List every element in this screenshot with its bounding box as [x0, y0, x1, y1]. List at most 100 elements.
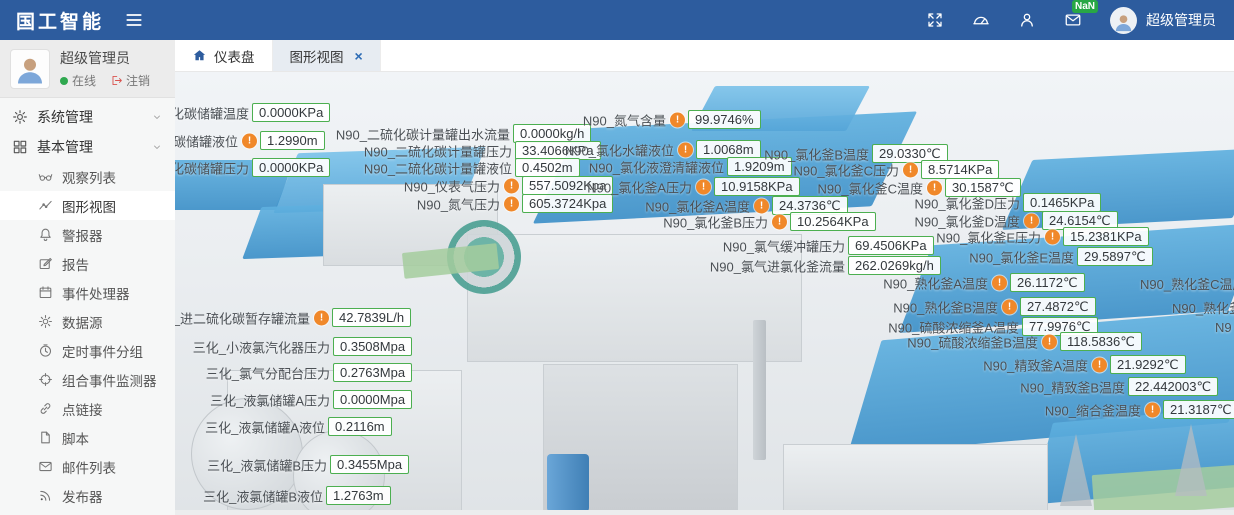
- tag-value[interactable]: 605.3724Kpa: [522, 194, 613, 213]
- data-point-tag: 三化_液氯储罐A液位0.2116m: [328, 417, 392, 436]
- chevron-down-icon: [151, 111, 163, 123]
- sidebar-item-label: 警报器: [62, 225, 103, 245]
- sidebar-item-watch-list[interactable]: 观察列表: [0, 162, 175, 191]
- app-brand: 国工智能: [16, 7, 104, 34]
- data-point-tag: 三化_液氯储罐B液位1.2763m: [326, 486, 391, 505]
- warning-icon: !: [504, 196, 519, 211]
- data-point-tag: 三化_液氯储罐A压力0.0000Mpa: [333, 390, 412, 409]
- sidebar-item-basic-management[interactable]: 基本管理: [0, 132, 175, 162]
- tag-value[interactable]: 0.0000Mpa: [333, 390, 412, 409]
- chevron-down-icon: [151, 141, 163, 153]
- sidebar-item-label: 定时事件分组: [62, 341, 143, 361]
- tab-graph-view[interactable]: 图形视图 ×: [273, 40, 381, 71]
- tag-label: N90_熟化釜A温度: [883, 273, 988, 292]
- close-icon[interactable]: ×: [355, 49, 363, 63]
- rss-icon: [38, 488, 53, 503]
- tag-label: N90_熟化釜B温度: [893, 297, 998, 316]
- tag-label: N90_氮气压力: [417, 194, 500, 213]
- logout-button[interactable]: 注销: [110, 72, 150, 89]
- tag-value[interactable]: 29.5897℃: [1077, 247, 1153, 266]
- tag-label: N90_氯气缓冲罐压力: [723, 236, 845, 255]
- tag-label: N90_二硫化碳计量罐液位: [364, 158, 512, 177]
- tag-label: N90_熟化釜C温度: [1140, 274, 1234, 293]
- sidebar-item-alarms[interactable]: 警报器: [0, 220, 175, 249]
- avatar: [10, 49, 50, 89]
- data-point-tag: N90_氯化釜A压力!10.9158KPa: [714, 177, 800, 196]
- tag-value[interactable]: 69.4506KPa: [848, 236, 934, 255]
- menu-toggle-icon[interactable]: [124, 10, 144, 30]
- tab-dashboard[interactable]: 仪表盘: [175, 40, 273, 71]
- tag-value[interactable]: 0.0000KPa: [252, 103, 330, 122]
- tag-value[interactable]: 0.2763Mpa: [333, 363, 412, 382]
- sidebar-item-timed-event-group[interactable]: 定时事件分组: [0, 336, 175, 365]
- data-point-tag: 三化_小液氯汽化器压力0.3508Mpa: [333, 337, 412, 356]
- sidebar-item-data-source[interactable]: 数据源: [0, 307, 175, 336]
- logout-label: 注销: [126, 72, 150, 89]
- tag-value[interactable]: 15.2381KPa: [1063, 227, 1149, 246]
- tag-value[interactable]: 27.4872℃: [1020, 297, 1096, 316]
- warning-icon: !: [1145, 402, 1160, 417]
- sidebar-item-label: 点链接: [62, 399, 103, 419]
- tag-label: 三化_小液氯汽化器压力: [193, 337, 330, 356]
- tag-value[interactable]: 0.0000KPa: [252, 158, 330, 177]
- horizontal-scrollbar[interactable]: [175, 510, 1234, 515]
- warning-icon: !: [242, 133, 257, 148]
- sidebar-item-label: 数据源: [62, 312, 103, 332]
- user-menu[interactable]: 超级管理员: [1110, 7, 1216, 34]
- tag-value[interactable]: 22.442003℃: [1128, 377, 1218, 396]
- data-point-tag: N90_熟化釜B温度!27.4872℃: [1020, 297, 1096, 316]
- tag-label: 三化_液氯储罐A液位: [205, 417, 325, 436]
- fullscreen-icon[interactable]: [926, 11, 944, 29]
- user-icon[interactable]: [1018, 11, 1036, 29]
- warning-icon: !: [314, 310, 329, 325]
- tag-layer: 化碳储罐温度0.0000KPa化碳储罐液位!1.2990m化碳储罐压力0.000…: [175, 72, 1234, 515]
- tag-value[interactable]: 0.3508Mpa: [333, 337, 412, 356]
- sidebar-item-label: 系统管理: [37, 107, 93, 127]
- tag-value[interactable]: 118.5836℃: [1060, 332, 1142, 351]
- tag-value[interactable]: 8.5714KPa: [921, 160, 999, 179]
- tag-value[interactable]: 0.3455Mpa: [330, 455, 409, 474]
- data-point-tag: N90_氮气压力!605.3724Kpa: [522, 194, 613, 213]
- data-point-tag: N90_氯化釜E温度29.5897℃: [1077, 247, 1153, 266]
- tag-value[interactable]: 10.9158KPa: [714, 177, 800, 196]
- tag-value[interactable]: 0.1465KPa: [1023, 193, 1101, 212]
- tag-value[interactable]: 21.9292℃: [1110, 355, 1186, 374]
- bell-icon: [38, 227, 53, 242]
- sidebar-item-publisher[interactable]: 发布器: [0, 481, 175, 510]
- sidebar-item-mail-list[interactable]: 邮件列表: [0, 452, 175, 481]
- warning-icon: !: [1092, 357, 1107, 372]
- sidebar-item-label: 观察列表: [62, 167, 116, 187]
- link-icon: [38, 401, 53, 416]
- sidebar-item-composite-event-monitor[interactable]: 组合事件监测器: [0, 365, 175, 394]
- sidebar-item-point-link[interactable]: 点链接: [0, 394, 175, 423]
- envelope-icon: [38, 459, 53, 474]
- warning-icon: !: [903, 162, 918, 177]
- data-point-tag: N90_熟化釜A温度!26.1172℃: [1010, 273, 1085, 292]
- tag-value[interactable]: 0.2116m: [328, 417, 392, 436]
- data-point-tag: N90_二硫化碳计量罐液位0.4502m: [515, 158, 580, 177]
- warning-icon: !: [1002, 299, 1017, 314]
- graphic-view-canvas[interactable]: 化碳储罐温度0.0000KPa化碳储罐液位!1.2990m化碳储罐压力0.000…: [175, 72, 1234, 515]
- sidebar-item-system-management[interactable]: 系统管理: [0, 102, 175, 132]
- sidebar-item-reports[interactable]: 报告: [0, 249, 175, 278]
- sidebar-item-label: 组合事件监测器: [62, 370, 157, 390]
- tag-value[interactable]: 0.4502m: [515, 158, 580, 177]
- tag-value[interactable]: 26.1172℃: [1010, 273, 1085, 292]
- data-point-tag: N90_氯化釜D压力0.1465KPa: [1023, 193, 1101, 212]
- mail-button[interactable]: NaN: [1064, 11, 1082, 29]
- sidebar-item-event-processor[interactable]: 事件处理器: [0, 278, 175, 307]
- sidebar-item-graph-view[interactable]: 图形视图: [0, 191, 175, 220]
- warning-icon: !: [754, 198, 769, 213]
- tag-value[interactable]: 10.2564KPa: [790, 212, 876, 231]
- clock-icon: [38, 343, 53, 358]
- tag-value[interactable]: 21.3187℃: [1163, 400, 1234, 419]
- data-point-tag: N90_精致釜B温度22.442003℃: [1128, 377, 1218, 396]
- warning-icon: !: [1045, 229, 1060, 244]
- tag-label: N90_氯化釜A压力: [587, 177, 692, 196]
- tag-value[interactable]: 1.2763m: [326, 486, 391, 505]
- dashboard-gauge-icon[interactable]: [972, 11, 990, 29]
- tag-value[interactable]: 99.9746%: [688, 110, 761, 129]
- tag-value[interactable]: 42.7839L/h: [332, 308, 411, 327]
- sidebar-item-script[interactable]: 脚本: [0, 423, 175, 452]
- tag-value[interactable]: 1.2990m: [260, 131, 325, 150]
